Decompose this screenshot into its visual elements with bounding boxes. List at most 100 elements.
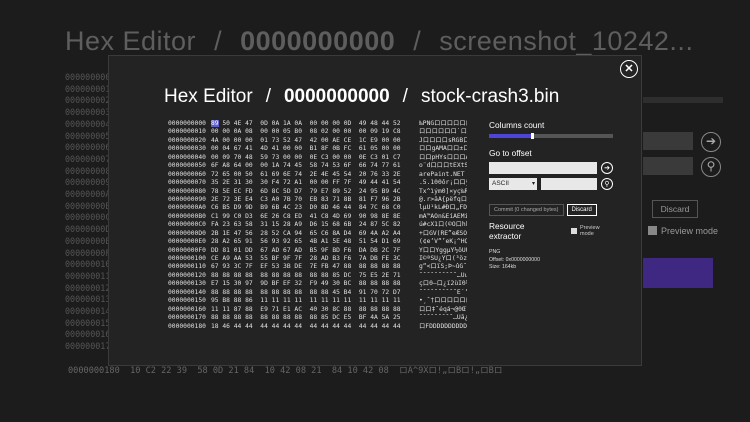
hex-row[interactable]: 0000000110 67 93 3C 7F EF 53 3B DE 7E FB … bbox=[168, 263, 467, 271]
hex-row[interactable]: 00000000B0 C1 99 C0 D3 6E 26 C8 ED 41 C8 … bbox=[168, 213, 467, 221]
hex-row-bytes[interactable]: 11 11 87 88 E9 71 E1 AC 40 30 8C 88 88 8… bbox=[211, 306, 419, 314]
hex-row-text[interactable]: arePaint.NET v3 bbox=[419, 171, 467, 179]
hex-row-bytes[interactable]: E7 15 30 97 9D BF EF 32 F9 49 30 BC 88 8… bbox=[211, 280, 419, 288]
hex-row-offset: 0000000170 bbox=[168, 314, 206, 322]
hex-row-text[interactable]: lµÙ¹kL#Ðロ„FD„|hÀ bbox=[419, 204, 467, 212]
hex-row-text[interactable]: ロFDDDDDDDDDDDDDD bbox=[419, 323, 467, 331]
commit-button[interactable]: Commit (0 changed bytes) bbox=[489, 204, 564, 216]
background-title: Hex Editor / 0000000000 / screenshot_10242..… bbox=[65, 26, 693, 57]
dialog-title-offset: 0000000000 bbox=[283, 86, 390, 107]
offset-input[interactable] bbox=[489, 162, 597, 174]
hex-row-text[interactable]: ロロロロロロ`ロロロロロロロロÈ bbox=[419, 128, 467, 136]
hex-row[interactable]: 0000000000 89 50 4E 47 0D 0A 1A 0A 00 00 … bbox=[168, 120, 467, 128]
hex-row-text[interactable]: ú#cX1ロ(©Öロhk$‡\ bbox=[419, 221, 467, 229]
background-preview-checkbox bbox=[648, 226, 657, 235]
hex-row[interactable]: 0000000050 6F A8 64 00 00 1A 74 45 58 74 … bbox=[168, 162, 467, 170]
hex-row[interactable]: 0000000100 CE A9 AA 53 55 BF 9F 7F 28 AD … bbox=[168, 255, 467, 263]
hex-row[interactable]: 0000000060 72 65 00 50 61 69 6E 74 2E 4E … bbox=[168, 171, 467, 179]
hex-row-text[interactable]: ˆˆˆˆˆˆˆˆˆˆE´‘pr× bbox=[419, 289, 467, 297]
hex-row-bytes[interactable]: 35 2E 31 30 30 F4 72 A1 00 00 FF 7F 49 4… bbox=[211, 179, 419, 187]
search-input[interactable] bbox=[541, 178, 597, 190]
hex-row-bytes[interactable]: 2E 72 3E E4 C3 A0 7B 70 EB 83 71 8B 81 F… bbox=[211, 196, 419, 204]
hex-row[interactable]: 00000000C0 FA 23 63 58 31 15 28 A9 D6 15 … bbox=[168, 221, 467, 229]
hex-row-text[interactable]: çロ0—ロ¿ï2ùI0¼ˆˆˆˆ bbox=[419, 280, 467, 288]
hex-row-bytes[interactable]: 72 65 00 50 61 69 6E 74 2E 4E 45 54 20 7… bbox=[211, 171, 419, 179]
hex-row[interactable]: 0000000150 95 B8 88 86 11 11 11 11 11 11 … bbox=[168, 297, 467, 305]
background-search-icon: ⚲ bbox=[701, 157, 721, 177]
hex-row-text[interactable]: @.r>äÃ{pëfqロロ÷– bbox=[419, 196, 467, 204]
discard-button[interactable]: Discard bbox=[566, 204, 597, 216]
hex-row[interactable]: 0000000030 00 04 67 41 4D 41 00 00 B1 8F … bbox=[168, 145, 467, 153]
hex-row-text[interactable]: ロロ‡ˆéqá¬@0Œˆˆˆˆˆ bbox=[419, 306, 467, 314]
hex-row-bytes[interactable]: 67 93 3C 7F EF 53 3B DE 7E FB 47 88 88 8… bbox=[211, 263, 419, 271]
hex-row[interactable]: 0000000160 11 11 87 88 E9 71 E1 AC 40 30 … bbox=[168, 306, 467, 314]
close-icon[interactable]: ✕ bbox=[620, 60, 638, 78]
hex-row-bytes[interactable]: C6 B5 D9 9D B9 6B 4C 23 D0 8D 46 44 84 7… bbox=[211, 204, 419, 212]
hex-row-text[interactable]: Tx^ìým0]×yç‰R$•¹ bbox=[419, 188, 467, 196]
hex-row-bytes[interactable]: 88 88 88 88 88 88 88 88 88 88 85 DC 75 E… bbox=[211, 272, 419, 280]
hex-row-bytes[interactable]: CE A9 AA 53 55 BF 9F 7F 28 AD B3 F6 7A D… bbox=[211, 255, 419, 263]
hex-row-text[interactable]: Î©ªSU¿Ÿロ(­³özÛþ< bbox=[419, 255, 467, 263]
hex-grid[interactable]: 0000000000 89 50 4E 47 0D 0A 1A 0A 00 00 … bbox=[168, 120, 467, 331]
hex-row[interactable]: 0000000040 00 09 70 48 59 73 00 00 0E C3 … bbox=[168, 154, 467, 162]
hex-row-bytes[interactable]: 00 04 67 41 4D 41 00 00 B1 8F 0B FC 61 0… bbox=[211, 145, 419, 153]
hex-row-bytes[interactable]: 28 A2 65 91 56 93 92 65 4B A1 5E 48 51 5… bbox=[211, 238, 419, 246]
hex-row-text[interactable]: ロロgAMAロロ±ロロüaロロロ bbox=[419, 145, 467, 153]
hex-row[interactable]: 00000000F0 DD 81 01 DD 67 AD 67 AD B5 9F … bbox=[168, 247, 467, 255]
hex-row-text[interactable]: ‰PNGロロロロロロロロIHDR bbox=[419, 120, 467, 128]
search-icon[interactable]: ⚲ bbox=[601, 178, 613, 190]
hex-row-bytes[interactable]: 2B 1E 47 56 28 52 CA 94 65 C6 8A D4 69 4… bbox=[211, 230, 419, 238]
hex-row-bytes[interactable]: DD 81 01 DD 67 AD 67 AD B5 9F BD F6 DA D… bbox=[211, 247, 419, 255]
hex-row-bytes[interactable]: 88 88 88 88 88 88 88 88 88 85 DC E5 BF 4… bbox=[211, 314, 419, 322]
hex-row-offset: 0000000120 bbox=[168, 271, 206, 279]
hex-row[interactable]: 0000000010 00 00 0A 08 00 00 05 B0 08 02 … bbox=[168, 128, 467, 136]
hex-row-text[interactable]: ロロpHYsロロロÃロロロÃロÇ bbox=[419, 154, 467, 162]
arrow-right-icon[interactable]: ➔ bbox=[601, 162, 613, 174]
hex-row[interactable]: 0000000170 88 88 88 88 88 88 88 88 88 85 … bbox=[168, 314, 467, 322]
columns-count-slider-thumb[interactable] bbox=[531, 133, 535, 139]
columns-count-slider[interactable] bbox=[489, 133, 613, 139]
hex-row-bytes[interactable]: FA 23 63 58 31 15 28 A9 D6 15 68 6B 24 8… bbox=[211, 221, 419, 229]
hex-row[interactable]: 00000000A0 C6 B5 D9 9D B9 6B 4C 23 D0 8D … bbox=[168, 204, 467, 212]
hex-row-bytes[interactable]: 95 B8 88 86 11 11 11 11 11 11 11 11 11 1… bbox=[211, 297, 419, 305]
hex-row-bytes[interactable]: 00 00 0A 08 00 00 05 B0 08 02 00 00 00 0… bbox=[211, 128, 419, 136]
hex-row[interactable]: 0000000070 35 2E 31 30 30 F4 72 A1 00 00 … bbox=[168, 179, 467, 187]
hex-row[interactable]: 0000000130 E7 15 30 97 9D BF EF 32 F9 49 … bbox=[168, 280, 467, 288]
hex-row-text[interactable]: g“<ロïS;Þ~ûGˆˆˆˆˆ bbox=[419, 263, 467, 271]
hex-row-bytes[interactable]: 88 88 88 88 88 88 88 88 88 88 45 B4 91 7… bbox=[211, 289, 419, 297]
hex-row[interactable]: 0000000020 4A 00 00 00 01 73 52 47 42 00 … bbox=[168, 137, 467, 145]
hex-row-text[interactable]: ˆˆˆˆˆˆˆˆˆ…Üå¿JZ% bbox=[419, 314, 467, 322]
hex-row-text[interactable]: JロロロロsRGBロ®Îロéロロ bbox=[419, 137, 467, 145]
hex-row-bytes[interactable]: 6F A8 64 00 00 1A 74 45 58 74 53 6F 66 7… bbox=[211, 162, 419, 170]
hex-row[interactable]: 0000000090 2E 72 3E E4 C3 A0 7B 70 EB 83 … bbox=[168, 196, 467, 204]
hex-row-offset: 00000000B0 bbox=[168, 212, 206, 220]
hex-row-bytes[interactable]: 4A 00 00 00 01 73 52 47 42 00 AE CE 1C E… bbox=[211, 137, 419, 145]
hex-row-text[interactable]: •¸ˆ†ロロロロロロロロロロロロ bbox=[419, 297, 467, 305]
hex-row-bytes[interactable]: 18 46 44 44 44 44 44 44 44 44 44 44 44 4… bbox=[211, 323, 419, 331]
encoding-select[interactable]: ASCII ▾ bbox=[489, 178, 537, 190]
preview-mode-checkbox[interactable] bbox=[571, 228, 577, 234]
hex-row-bytes[interactable]: C1 99 C0 D3 6E 26 C8 ED 41 C8 4D 69 90 9… bbox=[211, 213, 419, 221]
hex-row-text[interactable]: mA™ÀÓn&ÈíAÈMiロ˜Ž bbox=[419, 213, 467, 221]
hex-row-text[interactable]: +ロGV(RÊ”eÆŠÔiJ¢¤ bbox=[419, 230, 467, 238]
hex-row-bytes[interactable]: 78 5E EC FD 6D 8C 5D D7 79 E7 89 52 24 9… bbox=[211, 188, 419, 196]
hex-row[interactable]: 00000000E0 28 A2 65 91 56 93 92 65 4B A1 … bbox=[168, 238, 467, 246]
hex-row-offset: 0000000180 bbox=[168, 322, 206, 330]
columns-count-label: Columns count bbox=[489, 120, 545, 130]
hex-row-text[interactable]: .5.100ôr¡ロロÿロIDA bbox=[419, 179, 467, 187]
hex-row-text[interactable]: ˆˆˆˆˆˆˆˆˆˆ…Üuå.q bbox=[419, 272, 467, 280]
dialog-title-file: stock-crash3.bin bbox=[420, 86, 560, 107]
hex-row-text[interactable]: o¨dロロロtEXtSoftwa bbox=[419, 162, 467, 170]
hex-row[interactable]: 0000000180 18 46 44 44 44 44 44 44 44 44 … bbox=[168, 323, 467, 331]
hex-row[interactable]: 00000000D0 2B 1E 47 56 28 52 CA 94 65 C6 … bbox=[168, 230, 467, 238]
hex-row-text[interactable]: ÝロロÝg­g­µŸ½öÚÛ,ロ bbox=[419, 247, 467, 255]
hex-row-bytes[interactable]: 89 50 4E 47 0D 0A 1A 0A 00 00 00 0D 49 4… bbox=[211, 120, 419, 128]
hex-row[interactable]: 0000000080 78 5E EC FD 6D 8C 5D D7 79 E7 … bbox=[168, 188, 467, 196]
hex-row[interactable]: 0000000120 88 88 88 88 88 88 88 88 88 88 … bbox=[168, 272, 467, 280]
hex-row[interactable]: 0000000140 88 88 88 88 88 88 88 88 88 88 … bbox=[168, 289, 467, 297]
hex-row-bytes[interactable]: 00 09 70 48 59 73 00 00 0E C3 00 00 0E C… bbox=[211, 154, 419, 162]
hex-row-text[interactable]: (¢e‘V“’eK¡^HQTÑi bbox=[419, 238, 467, 246]
selected-byte[interactable]: 89 bbox=[211, 120, 219, 127]
hex-row-offset: 0000000020 bbox=[168, 136, 206, 144]
resource-info[interactable]: PNG Offset: 0x0000000000 Size: 164kb bbox=[489, 249, 613, 272]
